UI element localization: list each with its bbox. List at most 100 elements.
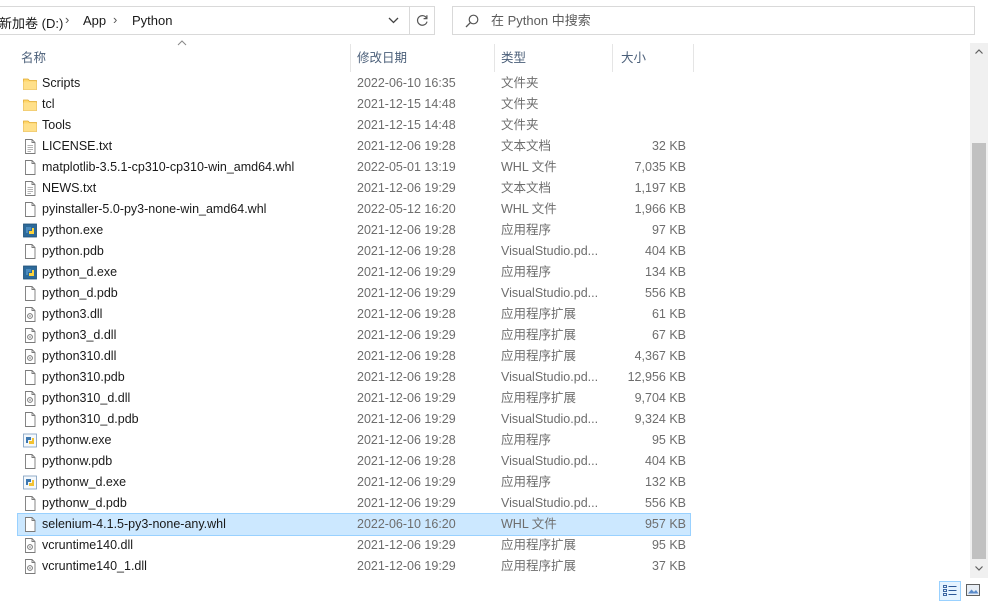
file-name: python310.dll — [42, 349, 117, 363]
column-divider[interactable] — [612, 44, 613, 72]
file-type: 文件夹 — [501, 76, 539, 90]
file-row[interactable]: selenium-4.1.5-py3-none-any.whl 2022-06-1… — [17, 513, 691, 536]
file-row[interactable]: Scripts 2022-06-10 16:35 文件夹 — [18, 73, 690, 94]
file-row[interactable]: python.exe 2021-12-06 19:28 应用程序 97 KB — [18, 220, 690, 241]
chevron-up-icon — [975, 49, 983, 54]
address-bar[interactable]: 新加卷 (D:) › App › Python — [0, 6, 435, 35]
file-size: 9,324 KB — [634, 412, 686, 426]
file-type: 应用程序扩展 — [501, 307, 577, 321]
file-name: LICENSE.txt — [42, 139, 113, 153]
file-name: python310_d.pdb — [42, 412, 139, 426]
breadcrumb-python[interactable]: Python — [132, 13, 172, 28]
file-icon — [23, 244, 37, 259]
file-row[interactable]: python3_d.dll 2021-12-06 19:29 应用程序扩展 67 KB — [18, 325, 690, 346]
file-date: 2021-12-06 19:29 — [357, 412, 456, 426]
chevron-down-icon — [388, 17, 399, 24]
scrollbar-thumb[interactable] — [972, 143, 986, 559]
file-name: python_d.exe — [42, 265, 118, 279]
file-row[interactable]: python_d.exe 2021-12-06 19:29 应用程序 134 KB — [18, 262, 690, 283]
file-row[interactable]: pyinstaller-5.0-py3-none-win_amd64.whl 20… — [18, 199, 690, 220]
file-date: 2021-12-15 14:48 — [357, 118, 456, 132]
file-row[interactable]: matplotlib-3.5.1-cp310-cp310-win_amd64.w… — [18, 157, 690, 178]
file-row[interactable]: tcl 2021-12-15 14:48 文件夹 — [18, 94, 690, 115]
file-row[interactable]: vcruntime140_1.dll 2021-12-06 19:29 应用程序扩展… — [18, 556, 690, 577]
file-icon — [23, 496, 37, 511]
breadcrumb-app[interactable]: App — [83, 13, 106, 28]
details-view-button[interactable] — [939, 581, 961, 601]
file-row[interactable]: pythonw_d.exe 2021-12-06 19:29 应用程序 132 KB — [18, 472, 690, 493]
file-type: 应用程序扩展 — [501, 349, 577, 363]
file-date: 2021-12-06 19:28 — [357, 244, 456, 258]
column-header-date[interactable]: 修改日期 — [352, 44, 494, 72]
file-type: 应用程序扩展 — [501, 538, 577, 552]
file-size: 1,197 KB — [634, 181, 686, 195]
file-size: 1,966 KB — [634, 202, 686, 216]
search-input[interactable] — [491, 7, 961, 34]
file-row[interactable]: pythonw_d.pdb 2021-12-06 19:29 VisualStudi… — [18, 493, 690, 514]
refresh-button[interactable] — [409, 7, 434, 34]
column-header-name[interactable]: 名称 — [16, 44, 350, 72]
file-date: 2021-12-06 19:28 — [357, 349, 456, 363]
file-row[interactable]: python310_d.dll 2021-12-06 19:29 应用程序扩展 9,7… — [18, 388, 690, 409]
file-type: 应用程序扩展 — [501, 391, 577, 405]
file-row[interactable]: python.pdb 2021-12-06 19:28 VisualStudio.p… — [18, 241, 690, 262]
column-divider[interactable] — [494, 44, 495, 72]
file-date: 2021-12-06 19:29 — [357, 286, 456, 300]
breadcrumb-drive[interactable]: 新加卷 (D:) — [0, 13, 63, 32]
file-name: selenium-4.1.5-py3-none-any.whl — [42, 517, 226, 531]
file-row[interactable]: Tools 2021-12-15 14:48 文件夹 — [18, 115, 690, 136]
file-date: 2021-12-06 19:29 — [357, 559, 456, 573]
file-name: python3_d.dll — [42, 328, 117, 342]
file-row[interactable]: pythonw.exe 2021-12-06 19:28 应用程序 95 KB — [18, 430, 690, 451]
file-date: 2021-12-06 19:28 — [357, 454, 456, 468]
file-size: 95 KB — [651, 433, 686, 447]
large-icons-view-button[interactable] — [963, 581, 985, 601]
file-row[interactable]: pythonw.pdb 2021-12-06 19:28 VisualStudio.… — [18, 451, 690, 472]
dll-file-icon — [23, 328, 37, 343]
vertical-scrollbar[interactable] — [970, 43, 988, 578]
column-divider[interactable] — [350, 44, 351, 72]
file-name: python310_d.dll — [42, 391, 131, 405]
address-history-dropdown[interactable] — [381, 7, 407, 34]
file-date: 2021-12-06 19:29 — [357, 538, 456, 552]
file-row[interactable]: python3.dll 2021-12-06 19:28 应用程序扩展 61 KB — [18, 304, 690, 325]
column-header-size[interactable]: 大小 — [616, 44, 692, 72]
file-icon — [23, 517, 37, 532]
file-row[interactable]: python310_d.pdb 2021-12-06 19:29 VisualStu… — [18, 409, 690, 430]
file-name: tcl — [42, 97, 55, 111]
scroll-up-button[interactable] — [970, 43, 988, 61]
file-size: 95 KB — [651, 538, 686, 552]
dll-file-icon — [23, 538, 37, 553]
file-size — [610, 73, 686, 94]
file-row[interactable]: python_d.pdb 2021-12-06 19:29 VisualStudio… — [18, 283, 690, 304]
file-name: python.exe — [42, 223, 104, 237]
file-name: NEWS.txt — [42, 181, 97, 195]
details-view-icon — [943, 585, 957, 596]
breadcrumb-separator-icon[interactable]: › — [113, 12, 117, 27]
column-header-type[interactable]: 类型 — [496, 44, 612, 72]
file-date: 2021-12-06 19:28 — [357, 370, 456, 384]
file-date: 2021-12-06 19:28 — [357, 139, 456, 153]
folder-icon — [23, 76, 37, 91]
file-name: pythonw.pdb — [42, 454, 113, 468]
scroll-down-button[interactable] — [970, 560, 988, 578]
file-type: 文件夹 — [501, 118, 539, 132]
file-size: 134 KB — [644, 265, 686, 279]
file-row[interactable]: vcruntime140.dll 2021-12-06 19:29 应用程序扩展 95… — [18, 535, 690, 556]
file-row[interactable]: NEWS.txt 2021-12-06 19:29 文本文档 1,197 KB — [18, 178, 690, 199]
file-size — [610, 115, 686, 136]
file-row[interactable]: LICENSE.txt 2021-12-06 19:28 文本文档 32 KB — [18, 136, 690, 157]
search-icon — [465, 14, 479, 28]
file-name: matplotlib-3.5.1-cp310-cp310-win_amd64.w… — [42, 160, 295, 174]
file-type: WHL 文件 — [501, 160, 557, 174]
folder-icon — [23, 118, 37, 133]
column-divider[interactable] — [693, 44, 694, 72]
file-row[interactable]: python310.dll 2021-12-06 19:28 应用程序扩展 4,367… — [18, 346, 690, 367]
file-row[interactable]: python310.pdb 2021-12-06 19:28 VisualStudi… — [18, 367, 690, 388]
file-type: 应用程序扩展 — [501, 328, 577, 342]
file-name: pythonw_d.pdb — [42, 496, 127, 510]
file-size: 4,367 KB — [634, 349, 686, 363]
file-date: 2021-12-06 19:29 — [357, 496, 456, 510]
breadcrumb-separator-icon[interactable]: › — [65, 12, 69, 27]
search-box[interactable] — [452, 6, 975, 35]
